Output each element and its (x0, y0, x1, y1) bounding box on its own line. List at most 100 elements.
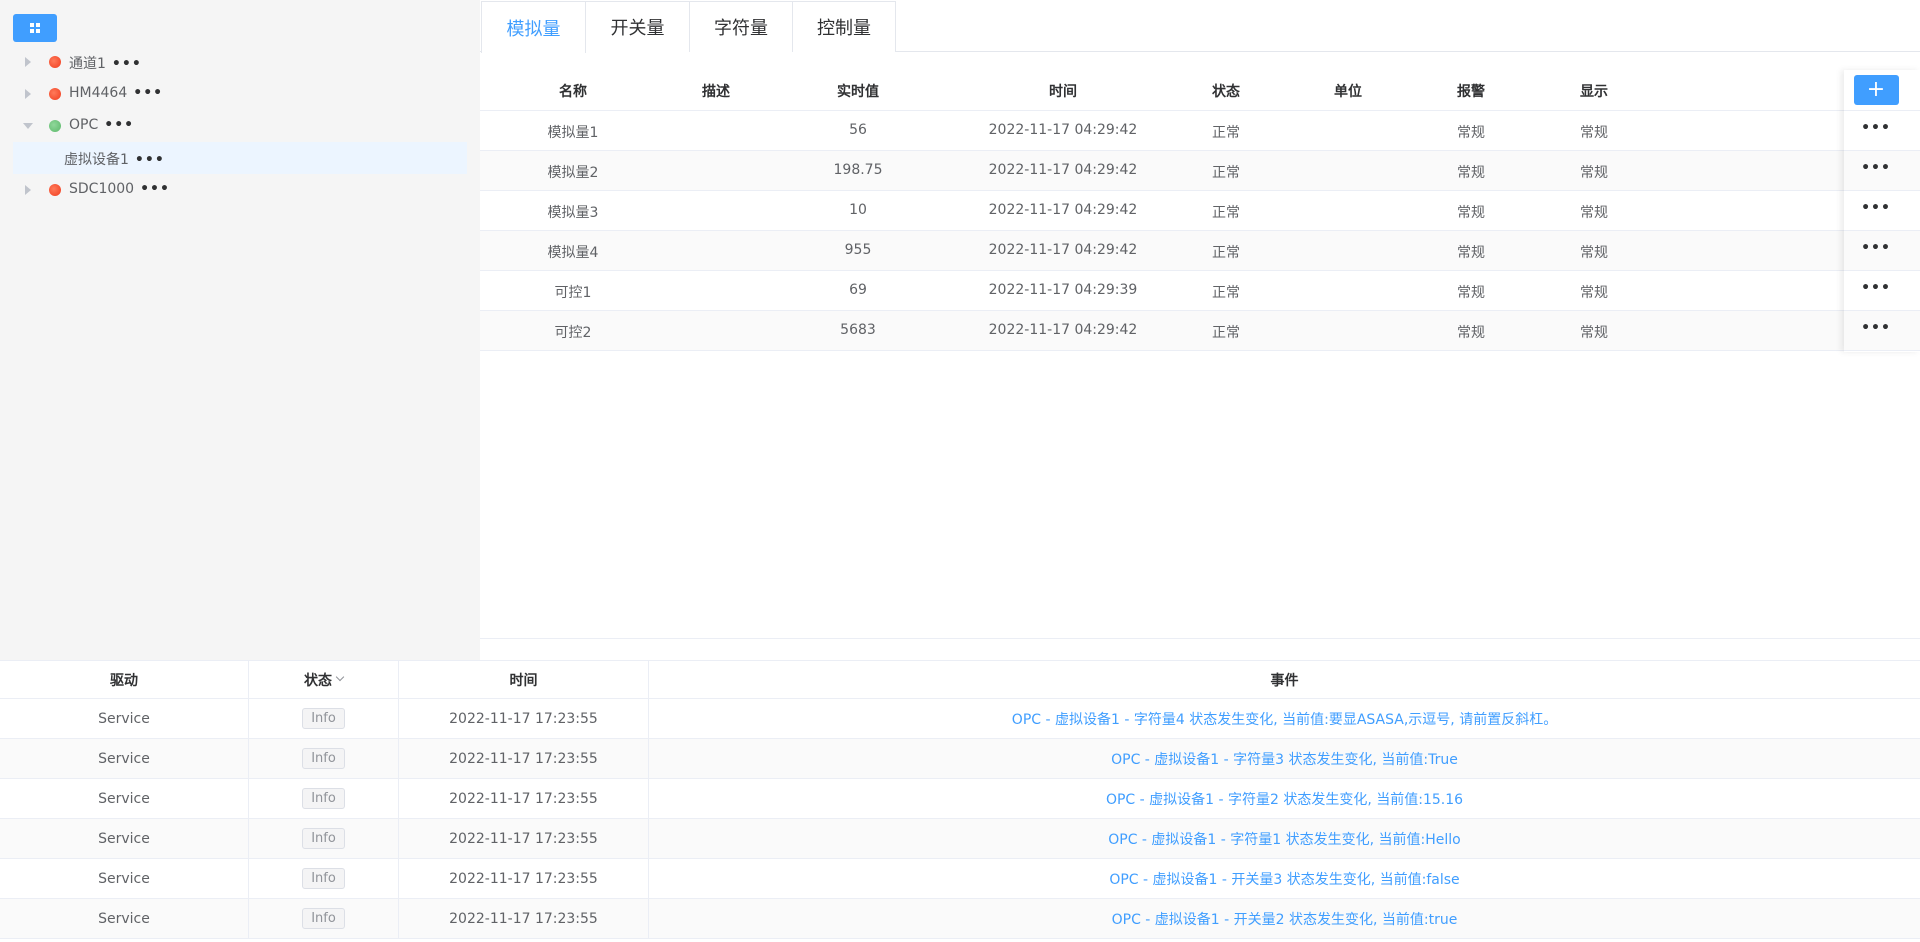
table-row[interactable]: 模拟量1 56 2022-11-17 04:29:42 正常 常规 常规 (480, 111, 1920, 151)
caret-down-icon[interactable] (23, 123, 33, 129)
table-cell: 56 (849, 122, 867, 138)
log-driver: Service (0, 899, 249, 938)
table-row[interactable]: 可控2 5683 2022-11-17 04:29:42 正常 常规 常规 (480, 311, 1920, 351)
table-row[interactable]: Service Info 2022-11-17 17:23:55 OPC - 虚拟设备… (0, 779, 1920, 819)
log-header: 驱动 状态 时间 事件 (0, 661, 1920, 699)
log-body: Service Info 2022-11-17 17:23:55 OPC - 虚拟设备… (0, 699, 1920, 939)
table-cell: 正常 (1212, 285, 1240, 301)
row-more-icon[interactable]: ••• (1861, 320, 1891, 336)
tree-node-label: OPC ••• (69, 117, 135, 133)
log-time: 2022-11-17 17:23:55 (399, 899, 649, 938)
table-row[interactable]: Service Info 2022-11-17 17:23:55 OPC - 虚拟设备… (0, 859, 1920, 899)
table-row[interactable]: 模拟量4 955 2022-11-17 04:29:42 正常 常规 常规 (480, 231, 1920, 271)
add-button[interactable]: + (1853, 75, 1899, 105)
event-text: OPC - 虚拟设备1 - 字符量2 状态发生变化, 当前值:15.16 (1105, 791, 1464, 808)
table-cell: 常规 (1457, 325, 1485, 341)
status-badge: Info (302, 788, 345, 809)
status-dot-icon (49, 88, 61, 100)
table-cell: 正常 (1212, 205, 1240, 221)
more-icon[interactable]: ••• (112, 56, 142, 72)
column-header: 报警 (1457, 84, 1485, 100)
table-row[interactable]: Service Info 2022-11-17 17:23:55 OPC - 虚拟设备… (0, 899, 1920, 939)
tree-node[interactable]: OPC ••• (13, 110, 467, 142)
analog-table: 名称 描述 实时值 时间 状态 单位 报警 显示 模拟量1 56 2022-11-17 04:29… (480, 70, 1920, 352)
table-cell: 正常 (1212, 325, 1240, 341)
log-status: Info (249, 819, 399, 858)
table-cell: 2022-11-17 04:29:39 (988, 282, 1138, 298)
cell-text: Service (98, 910, 150, 927)
table-row[interactable]: 模拟量2 198.75 2022-11-17 04:29:42 正常 常规 常规 (480, 151, 1920, 191)
more-icon[interactable]: ••• (133, 85, 163, 101)
log-event: OPC - 虚拟设备1 - 开关量2 状态发生变化, 当前值:true (649, 899, 1920, 938)
table-cell: 5683 (840, 322, 876, 338)
table-cell: 2022-11-17 04:29:42 (988, 202, 1138, 218)
table-body: 模拟量1 56 2022-11-17 04:29:42 正常 常规 常规 模拟量2 198.7… (480, 111, 1920, 351)
log-driver: Service (0, 779, 249, 818)
tree-node[interactable]: SDC1000 ••• (13, 174, 467, 206)
tree-node-label: 通道1 ••• (69, 56, 142, 72)
table-row[interactable]: Service Info 2022-11-17 17:23:55 OPC - 虚拟设备… (0, 739, 1920, 779)
table-cell: 常规 (1457, 125, 1485, 141)
caret-right-icon[interactable] (25, 57, 31, 67)
table-cell: 10 (849, 202, 867, 218)
caret-right-icon[interactable] (25, 185, 31, 195)
table-header: 名称 描述 实时值 时间 状态 单位 报警 显示 (480, 70, 1920, 111)
tab-bar: 模拟量 开关量 字符量 控制量 (480, 0, 1920, 53)
column-header: 状态 (1212, 84, 1240, 100)
status-dot-icon (49, 56, 61, 68)
chevron-down-icon[interactable] (335, 672, 345, 682)
table-cell: 模拟量3 (547, 205, 599, 221)
log-event: OPC - 虚拟设备1 - 字符量4 状态发生变化, 当前值:要显ASASA,示… (649, 699, 1920, 738)
table-cell: 可控2 (554, 325, 592, 341)
table-cell: 常规 (1457, 165, 1485, 181)
table-cell: 常规 (1457, 285, 1485, 301)
table-cell: 常规 (1457, 205, 1485, 221)
row-more-icon[interactable]: ••• (1861, 240, 1891, 256)
cell-text: 2022-11-17 17:23:55 (449, 710, 598, 727)
status-badge: Info (302, 708, 345, 729)
table-row[interactable]: Service Info 2022-11-17 17:23:55 OPC - 虚拟设备… (0, 699, 1920, 739)
table-cell: 正常 (1212, 245, 1240, 261)
log-header-status[interactable]: 状态 (249, 661, 399, 698)
event-log-table: 驱动 状态 时间 事件 Service Info 2022-11-17 17:23:… (0, 660, 1920, 942)
actions-column: + ••• ••• ••• ••• ••• ••• (1844, 70, 1920, 352)
table-cell: 常规 (1580, 125, 1608, 141)
more-icon[interactable]: ••• (104, 117, 134, 133)
row-more-icon[interactable]: ••• (1861, 200, 1891, 216)
tab-control[interactable]: 控制量 (792, 1, 896, 52)
log-status: Info (249, 859, 399, 898)
device-tree: 通道1 ••• HM4464 ••• OPC ••• 虚拟设备1 ••• SDC1000 ••• (13, 46, 467, 206)
more-icon[interactable]: ••• (140, 181, 170, 197)
table-cell: 2022-11-17 04:29:42 (988, 122, 1138, 138)
tree-node[interactable]: HM4464 ••• (13, 78, 467, 110)
log-event: OPC - 虚拟设备1 - 字符量2 状态发生变化, 当前值:15.16 (649, 779, 1920, 818)
row-more-icon[interactable]: ••• (1861, 120, 1891, 136)
status-badge: Info (302, 868, 345, 889)
tree-node[interactable]: 通道1 ••• (13, 46, 467, 78)
status-dot-icon (49, 184, 61, 196)
table-cell: 常规 (1580, 165, 1608, 181)
table-cell: 常规 (1457, 245, 1485, 261)
row-more-icon[interactable]: ••• (1861, 280, 1891, 296)
tab-switch[interactable]: 开关量 (585, 1, 690, 52)
more-icon[interactable]: ••• (135, 152, 165, 168)
caret-right-icon[interactable] (25, 89, 31, 99)
table-cell: 2022-11-17 04:29:42 (988, 322, 1138, 338)
cell-text: Service (98, 830, 150, 847)
table-cell: 常规 (1580, 325, 1608, 341)
table-cell: 模拟量4 (547, 245, 599, 261)
cell-text: Service (98, 790, 150, 807)
tab-analog[interactable]: 模拟量 (481, 1, 586, 53)
cell-text: 2022-11-17 17:23:55 (449, 790, 598, 807)
cell-text: 2022-11-17 17:23:55 (449, 910, 598, 927)
grid-menu-button[interactable] (13, 14, 57, 42)
table-cell: 正常 (1212, 125, 1240, 141)
table-row[interactable]: 模拟量3 10 2022-11-17 04:29:42 正常 常规 常规 (480, 191, 1920, 231)
tab-string[interactable]: 字符量 (689, 1, 793, 52)
table-cell: 常规 (1580, 285, 1608, 301)
row-more-icon[interactable]: ••• (1861, 160, 1891, 176)
table-scrollbar[interactable] (480, 638, 1920, 639)
tree-node[interactable]: 虚拟设备1 ••• (13, 142, 467, 174)
table-row[interactable]: 可控1 69 2022-11-17 04:29:39 正常 常规 常规 (480, 271, 1920, 311)
table-row[interactable]: Service Info 2022-11-17 17:23:55 OPC - 虚拟设备… (0, 819, 1920, 859)
